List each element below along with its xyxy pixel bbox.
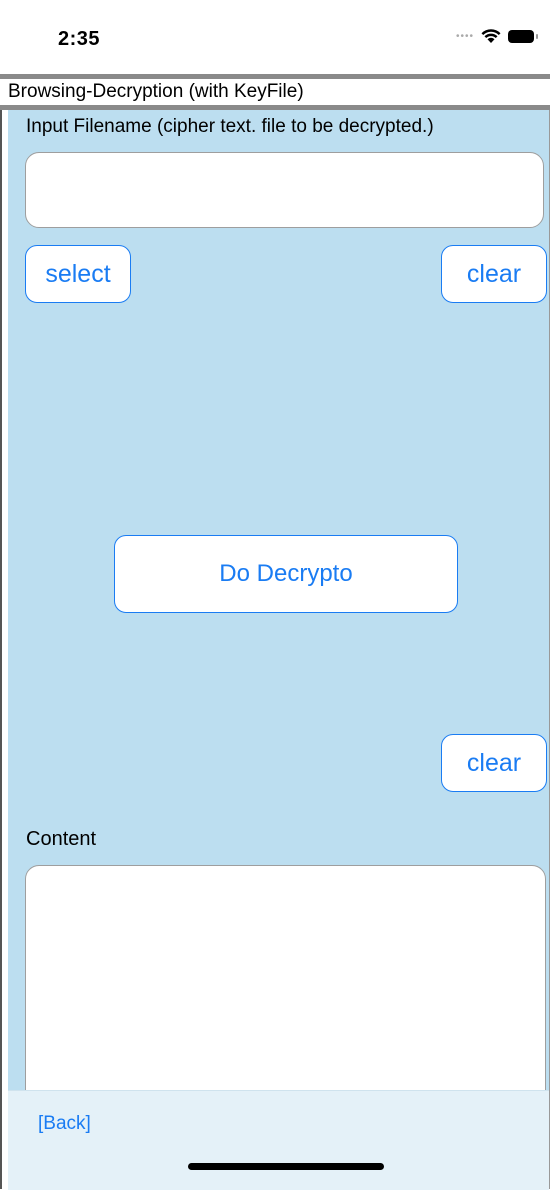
window-left-edge <box>0 0 2 1189</box>
status-bar: 2:35 •••• <box>0 0 550 74</box>
title-bar: Browsing-Decryption (with KeyFile) <box>0 74 550 110</box>
signal-icon: •••• <box>455 30 474 42</box>
select-button[interactable]: select <box>25 245 131 303</box>
input-filename-label: Input Filename (cipher text. file to be … <box>26 116 434 137</box>
content-label: Content <box>26 828 97 850</box>
clear-content-button[interactable]: clear <box>441 734 547 792</box>
wifi-icon <box>481 29 501 43</box>
page-title: Browsing-Decryption (with KeyFile) <box>8 81 304 102</box>
input-filename-field[interactable] <box>25 152 544 228</box>
clear-filename-button[interactable]: clear <box>441 245 547 303</box>
back-link[interactable]: [Back] <box>38 1113 91 1135</box>
status-time: 2:35 <box>58 28 101 50</box>
bottom-toolbar: [Back] <box>8 1090 549 1190</box>
home-indicator[interactable] <box>188 1163 384 1170</box>
main-panel: Input Filename (cipher text. file to be … <box>8 110 549 1105</box>
battery-icon <box>508 29 538 43</box>
do-decrypto-button[interactable]: Do Decrypto <box>114 535 458 613</box>
content-text-area[interactable] <box>25 865 546 1105</box>
status-icons: •••• <box>455 28 538 44</box>
